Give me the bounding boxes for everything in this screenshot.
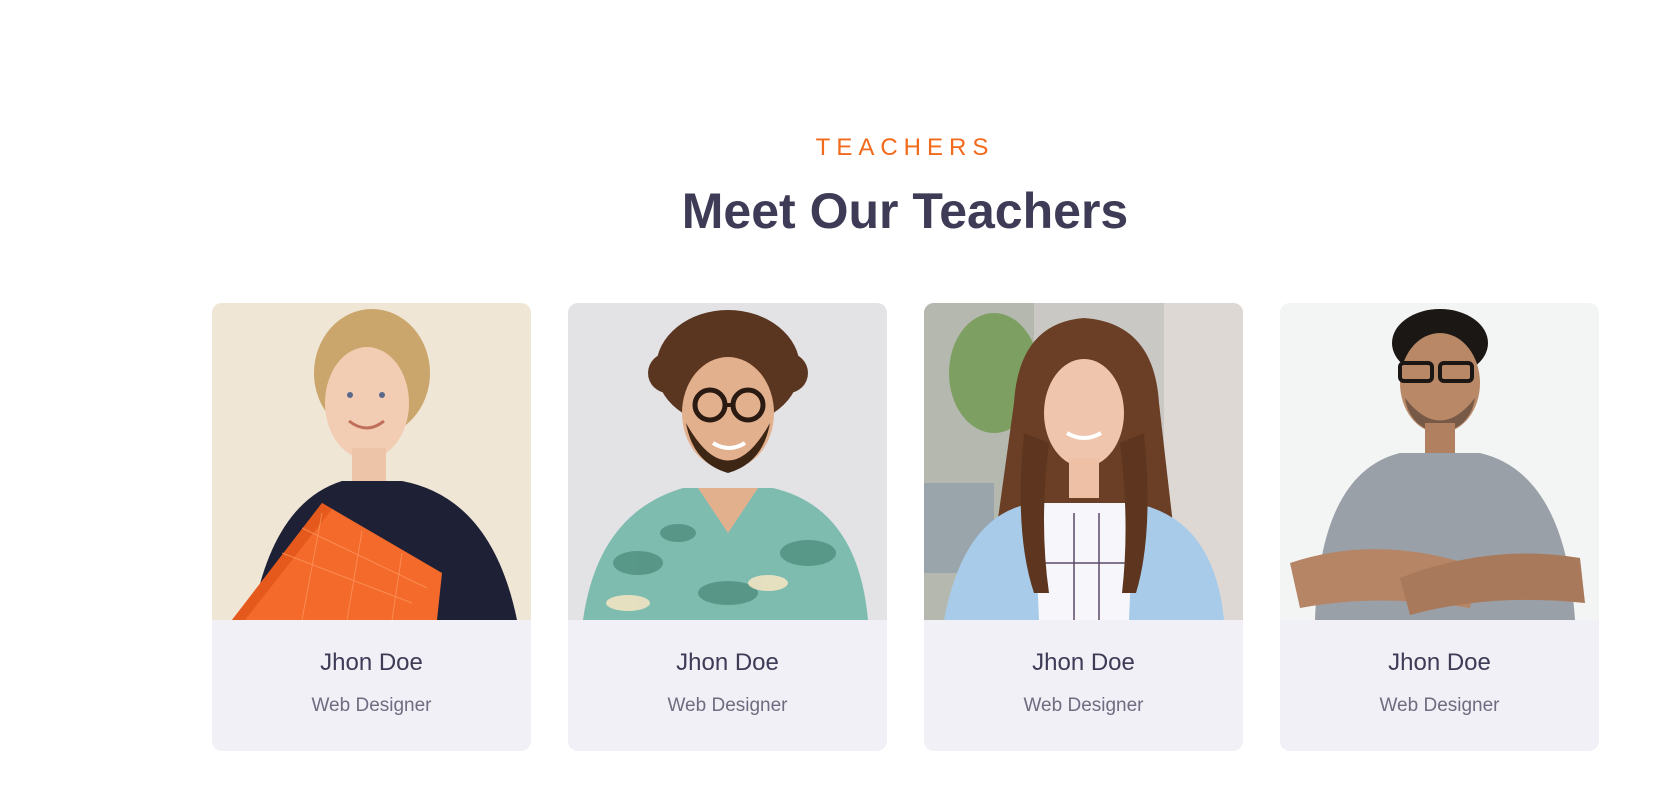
teacher-photo <box>212 303 531 620</box>
teacher-cards: Jhon Doe Web Designer Jhon Doe Web Desig… <box>212 303 1599 751</box>
teacher-role: Web Designer <box>667 695 788 716</box>
teacher-role: Web Designer <box>1023 695 1144 716</box>
teacher-card[interactable]: Jhon Doe Web Designer <box>1280 303 1599 751</box>
teacher-photo <box>924 303 1243 620</box>
teacher-photo <box>568 303 887 620</box>
teachers-section: TEACHERS Meet Our Teachers Jhon Doe Web … <box>0 0 1673 798</box>
teacher-name: Jhon Doe <box>1388 649 1491 676</box>
teacher-card[interactable]: Jhon Doe Web Designer <box>924 303 1243 751</box>
teacher-name: Jhon Doe <box>676 649 779 676</box>
section-title: Meet Our Teachers <box>681 183 1129 239</box>
teacher-card[interactable]: Jhon Doe Web Designer <box>212 303 531 751</box>
teacher-name: Jhon Doe <box>1032 649 1135 676</box>
section-eyebrow: TEACHERS <box>815 134 995 161</box>
teacher-role: Web Designer <box>311 695 432 716</box>
teacher-photo <box>1280 303 1599 620</box>
teacher-role: Web Designer <box>1379 695 1500 716</box>
teacher-name: Jhon Doe <box>320 649 423 676</box>
teacher-card[interactable]: Jhon Doe Web Designer <box>568 303 887 751</box>
